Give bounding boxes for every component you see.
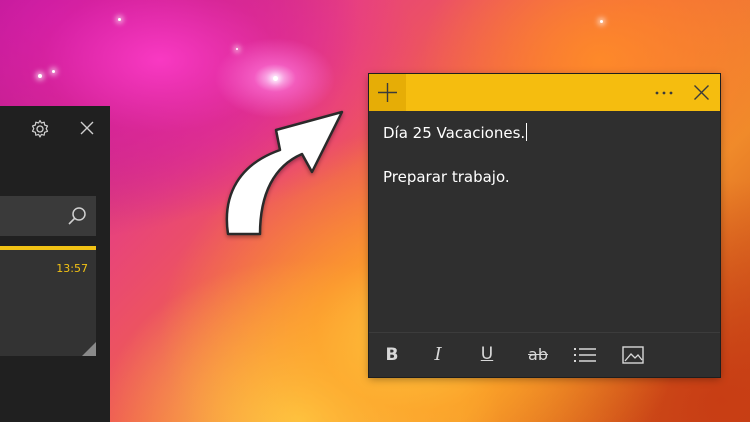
- bullet-list-icon: [574, 348, 596, 362]
- underline-button[interactable]: U: [475, 344, 499, 366]
- search-icon[interactable]: [66, 205, 88, 227]
- bullet-list-button[interactable]: [573, 344, 597, 366]
- sticky-note-window: Día 25 Vacaciones. Preparar trabajo. B I…: [369, 74, 720, 377]
- image-icon: [622, 346, 644, 364]
- wallpaper-star: [52, 70, 55, 73]
- wallpaper-star: [600, 20, 603, 23]
- gear-icon[interactable]: [30, 119, 50, 139]
- italic-button[interactable]: I: [426, 344, 450, 366]
- wallpaper-star: [118, 18, 121, 21]
- wallpaper-star: [273, 76, 278, 81]
- desktop-wallpaper: 13:57 Día 25 Vacaciones. Preparar trabaj…: [0, 0, 750, 422]
- note-text-area[interactable]: Día 25 Vacaciones. Preparar trabajo.: [383, 122, 703, 188]
- wallpaper-star: [236, 48, 238, 50]
- add-note-button[interactable]: [369, 74, 406, 111]
- close-note-button[interactable]: [683, 74, 720, 111]
- wallpaper-star: [38, 74, 42, 78]
- formatting-toolbar: B I U ab: [369, 332, 720, 378]
- plus-icon: [378, 83, 397, 102]
- text-cursor: [526, 123, 528, 141]
- insert-image-button[interactable]: [621, 344, 645, 366]
- note-body-line: Preparar trabajo.: [383, 168, 510, 186]
- note-fold-corner: [82, 342, 96, 356]
- more-icon: [655, 91, 673, 95]
- notes-list-window: 13:57: [0, 106, 110, 422]
- curved-arrow-graphic: [225, 110, 344, 236]
- sticky-note-titlebar: [369, 74, 720, 111]
- notes-list-header: [0, 106, 110, 150]
- note-card[interactable]: 13:57: [0, 246, 96, 356]
- note-menu-button[interactable]: [647, 74, 681, 111]
- search-input[interactable]: [0, 196, 72, 236]
- close-icon: [694, 85, 709, 100]
- bold-button[interactable]: B: [380, 344, 404, 366]
- search-box: [0, 196, 96, 236]
- note-title-line: Día 25 Vacaciones.: [383, 123, 528, 142]
- strikethrough-button[interactable]: ab: [525, 344, 551, 366]
- note-timestamp: 13:57: [56, 262, 88, 275]
- close-icon[interactable]: [78, 119, 96, 137]
